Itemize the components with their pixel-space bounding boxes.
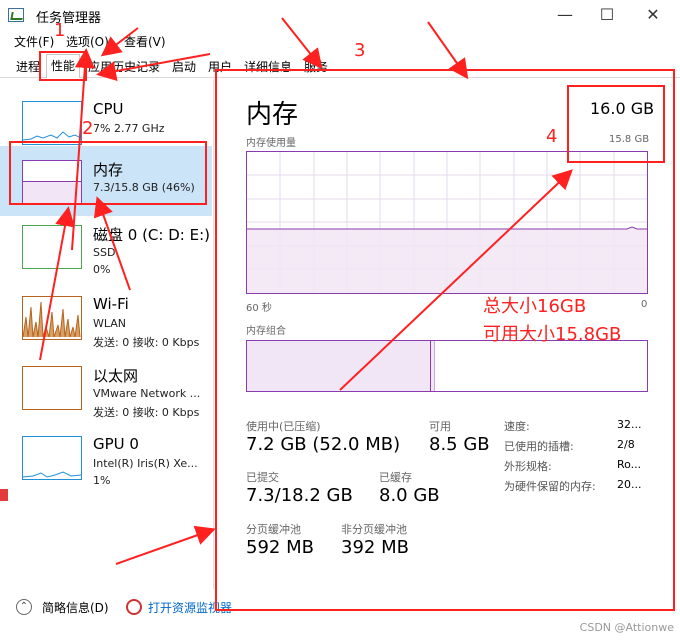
- annotation-number-4: 4: [546, 126, 558, 147]
- annotation-box-performance-tab: [39, 51, 87, 81]
- annotation-number-1: 1: [54, 20, 66, 41]
- annotation-number-2: 2: [82, 118, 94, 139]
- watermark: CSDN @Attionwe: [579, 621, 674, 634]
- annotation-note-usable: 可用大小15.8GB: [483, 324, 622, 345]
- annotation-note-total: 总大小16GB: [483, 296, 587, 317]
- annotation-box-memory-item: [9, 141, 207, 205]
- annotation-number-3: 3: [354, 40, 366, 61]
- annotation-box-total-size: [567, 85, 665, 163]
